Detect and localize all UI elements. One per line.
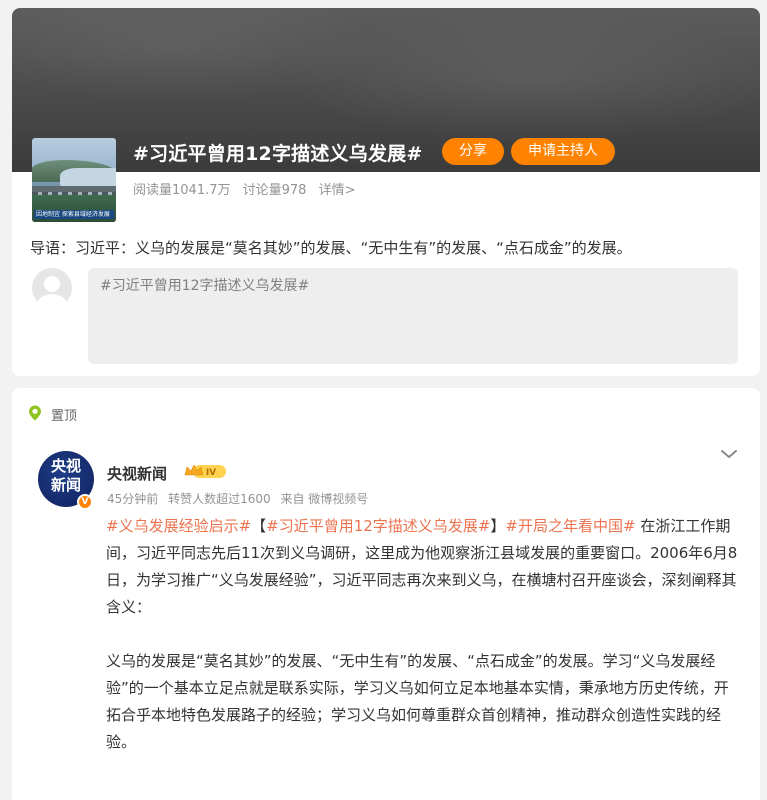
repost-count: 转赞人数超过1600 xyxy=(168,492,271,506)
svg-text:IV: IV xyxy=(206,468,216,478)
post-source[interactable]: 来自 微博视频号 xyxy=(280,492,368,506)
details-link[interactable]: 详情> xyxy=(319,183,356,198)
pinned-label: 置顶 xyxy=(51,409,78,424)
share-button[interactable]: 分享 xyxy=(442,138,504,165)
vip-badge-icon: IV xyxy=(184,464,226,478)
post-paragraph-1: #义乌发展经验启示#【#习近平曾用12字描述义乌发展#】#开局之年看中国# 在浙… xyxy=(106,517,738,616)
chevron-down-icon[interactable] xyxy=(720,448,738,460)
read-count: 阅读量1041.7万 xyxy=(133,183,231,198)
post-time: 45分钟前 xyxy=(107,492,159,506)
hashtag-link[interactable]: #开局之年看中国# xyxy=(505,517,635,535)
topic-card: 因地制宜 探索县域经济发展 #习近平曾用12字描述义乌发展# 分享 申请主持人 … xyxy=(12,8,760,376)
topic-stats: 阅读量1041.7万 讨论量978 详情> xyxy=(133,179,364,198)
author-name[interactable]: 央视新闻 xyxy=(107,463,167,484)
topic-intro: 导语：习近平：义乌的发展是“莫名其妙”的发展、“无中生有”的发展、“点石成金”的… xyxy=(30,239,632,257)
thumbnail-caption: 因地制宜 探索县域经济发展 xyxy=(34,210,114,219)
post-body: #义乌发展经验启示#【#习近平曾用12字描述义乌发展#】#开局之年看中国# 在浙… xyxy=(106,513,738,756)
compose-placeholder: #习近平曾用12字描述义乌发展# xyxy=(100,278,310,294)
hashtag-link[interactable]: #习近平曾用12字描述义乌发展# xyxy=(266,517,490,535)
pin-icon xyxy=(29,405,41,421)
topic-thumbnail[interactable]: 因地制宜 探索县域经济发展 xyxy=(32,138,116,222)
discussion-count: 讨论量978 xyxy=(242,183,307,198)
apply-host-button[interactable]: 申请主持人 xyxy=(511,138,615,165)
compose-input[interactable]: #习近平曾用12字描述义乌发展# xyxy=(88,268,738,364)
topic-title: #习近平曾用12字描述义乌发展# xyxy=(133,143,423,165)
post-paragraph-2: 义乌的发展是“莫名其妙”的发展、“无中生有”的发展、“点石成金”的发展。学习“义… xyxy=(106,652,729,751)
user-avatar xyxy=(32,268,72,308)
verified-badge-icon: V xyxy=(77,494,93,510)
post-card: 置顶 央视 新闻 V 央视新闻 IV 45分钟前 转赞人数超过1600 来自 微… xyxy=(12,388,760,800)
post-meta: 45分钟前 转赞人数超过1600 来自 微博视频号 xyxy=(107,490,374,507)
hashtag-link[interactable]: #义乌发展经验启示# xyxy=(106,517,251,535)
